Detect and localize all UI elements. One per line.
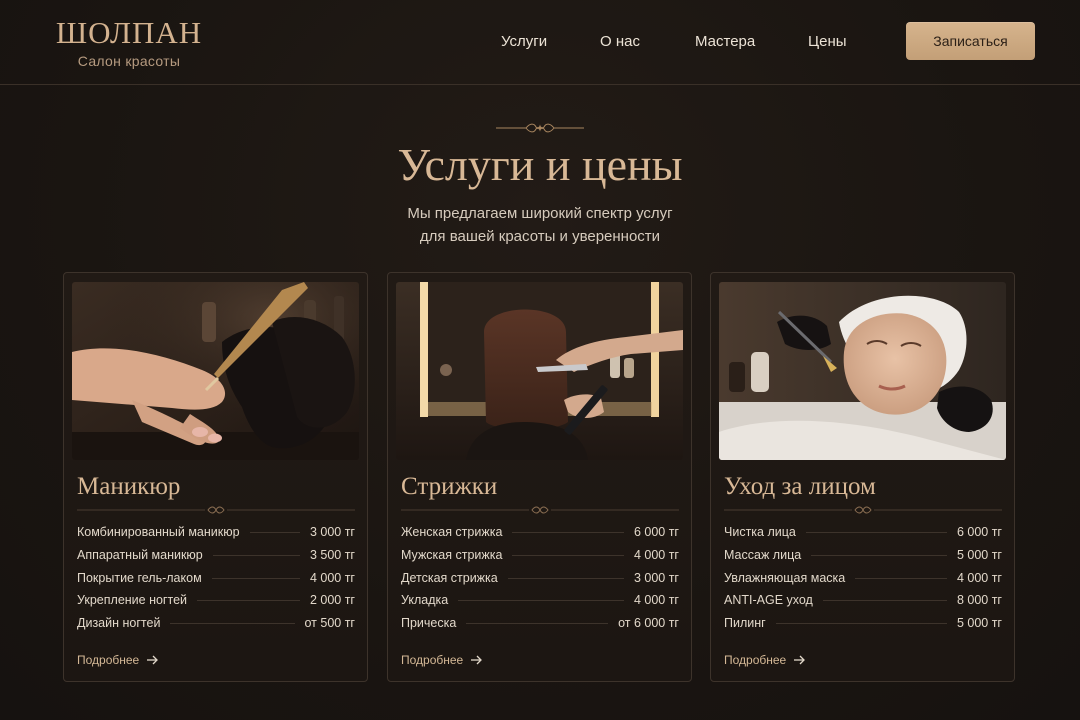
more-link-haircuts[interactable]: Подробнее xyxy=(401,653,483,667)
service-name: Дизайн ногтей xyxy=(77,616,161,631)
card-title: Стрижки xyxy=(401,473,498,500)
card-title: Маникюр xyxy=(77,473,181,500)
price-row: Мужская стрижка 4 000 тг xyxy=(401,548,679,571)
page-subtitle: Мы предлагаем широкий спектр услуг для в… xyxy=(0,202,1080,248)
nav-item-services[interactable]: Услуги xyxy=(501,33,547,50)
book-appointment-button[interactable]: Записаться xyxy=(906,22,1035,60)
more-link-label: Подробнее xyxy=(77,653,140,667)
haircut-photo xyxy=(396,282,683,460)
more-link-facial-care[interactable]: Подробнее xyxy=(724,653,806,667)
price-row: Прическа от 6 000 тг xyxy=(401,616,679,639)
leader-line xyxy=(197,600,300,602)
service-price: от 6 000 тг xyxy=(618,616,679,631)
more-link-manicure[interactable]: Подробнее xyxy=(77,653,159,667)
leader-line xyxy=(211,577,300,579)
ornament-divider-icon xyxy=(401,506,679,514)
price-row: Чистка лица 6 000 тг xyxy=(724,525,1002,548)
manicure-photo xyxy=(72,282,359,460)
page-title: Услуги и цены xyxy=(397,139,683,190)
facial-care-photo xyxy=(719,282,1006,460)
service-name: Пилинг xyxy=(724,616,766,631)
service-price: 5 000 тг xyxy=(956,616,1002,631)
arrow-right-icon xyxy=(471,655,483,665)
service-name: ANTI-AGE уход xyxy=(724,593,813,608)
service-name: Укрепление ногтей xyxy=(77,593,188,608)
brand-tagline: Салон красоты xyxy=(77,53,181,69)
arrow-right-icon xyxy=(147,655,159,665)
service-price: 8 000 тг xyxy=(956,593,1002,608)
price-row: ANTI-AGE уход 8 000 тг xyxy=(724,593,1002,616)
service-price: 4 000 тг xyxy=(633,547,679,562)
price-row: Детская стрижка 3 000 тг xyxy=(401,571,679,594)
service-price: 6 000 тг xyxy=(956,525,1002,539)
price-list: Чистка лица 6 000 тг Массаж лица 5 000 т… xyxy=(724,525,1002,639)
card-title: Уход за лицом xyxy=(724,473,876,500)
service-price: 4 000 тг xyxy=(309,570,355,585)
service-price: 4 000 тг xyxy=(956,570,1002,585)
price-row: Укладка 4 000 тг xyxy=(401,593,679,616)
service-name: Детская стрижка xyxy=(401,570,498,585)
leader-line xyxy=(512,532,624,533)
leader-line xyxy=(775,623,947,625)
more-link-label: Подробнее xyxy=(401,653,464,667)
leader-line xyxy=(170,623,295,625)
more-link-label: Подробнее xyxy=(724,653,787,667)
page-subtitle-line-2: для вашей красоты и уверенности xyxy=(419,228,661,245)
leader-line xyxy=(249,532,300,533)
brand-name: ШОЛПАН xyxy=(55,15,203,50)
price-row: Женская стрижка 6 000 тг xyxy=(401,525,679,548)
service-name: Прическа xyxy=(401,616,457,631)
service-name: Аппаратный маникюр xyxy=(77,547,203,562)
site-header: ШОЛПАН Салон красоты Услуги О нас Мастер… xyxy=(0,0,1080,85)
leader-line xyxy=(458,600,624,602)
nav-item-masters[interactable]: Мастера xyxy=(695,33,755,50)
service-price: 4 000 тг xyxy=(633,593,679,608)
price-row: Увлажняющая маска 4 000 тг xyxy=(724,571,1002,594)
service-name: Массаж лица xyxy=(724,547,802,562)
price-row: Покрытие гель-лаком 4 000 тг xyxy=(77,571,355,594)
price-row: Дизайн ногтей от 500 тг xyxy=(77,616,355,639)
page-subtitle-line-1: Мы предлагаем широкий спектр услуг xyxy=(407,205,673,222)
service-name: Покрытие гель-лаком xyxy=(77,570,202,585)
ornament-divider-icon xyxy=(724,506,1002,514)
service-name: Увлажняющая маска xyxy=(724,570,846,585)
price-list: Женская стрижка 6 000 тг Мужская стрижка… xyxy=(401,525,679,639)
ornament-divider-icon xyxy=(77,506,355,514)
service-name: Укладка xyxy=(401,593,449,608)
service-price: 3 000 тг xyxy=(309,525,355,539)
service-card-manicure: Маникюр Комбинированный маникюр 3 000 тг… xyxy=(63,272,368,682)
ornament-divider-icon xyxy=(496,123,584,133)
service-price: 3 000 тг xyxy=(633,570,679,585)
service-card-facial-care: Уход за лицом Чистка лица 6 000 тг Масса… xyxy=(710,272,1015,682)
service-card-haircuts: Стрижки Женская стрижка 6 000 тг Мужская… xyxy=(387,272,692,682)
service-price: 2 000 тг xyxy=(309,593,355,608)
nav-item-prices[interactable]: Цены xyxy=(808,33,847,50)
price-row: Пилинг 5 000 тг xyxy=(724,616,1002,639)
leader-line xyxy=(512,554,624,556)
nav-item-about[interactable]: О нас xyxy=(600,33,640,50)
price-row: Массаж лица 5 000 тг xyxy=(724,548,1002,571)
leader-line xyxy=(466,623,609,625)
price-list: Комбинированный маникюр 3 000 тг Аппарат… xyxy=(77,525,355,639)
service-name: Мужская стрижка xyxy=(401,547,503,562)
service-price: 6 000 тг xyxy=(633,525,679,539)
service-name: Женская стрижка xyxy=(401,525,503,539)
price-row: Укрепление ногтей 2 000 тг xyxy=(77,593,355,616)
service-name: Комбинированный маникюр xyxy=(77,525,240,539)
price-row: Комбинированный маникюр 3 000 тг xyxy=(77,525,355,548)
service-name: Чистка лица xyxy=(724,525,796,539)
leader-line xyxy=(212,554,300,556)
leader-line xyxy=(805,532,947,533)
price-row: Аппаратный маникюр 3 500 тг xyxy=(77,548,355,571)
leader-line xyxy=(507,577,624,579)
service-price: 5 000 тг xyxy=(956,547,1002,562)
arrow-right-icon xyxy=(794,655,806,665)
service-price: 3 500 тг xyxy=(309,547,355,562)
service-price: от 500 тг xyxy=(304,616,356,631)
brand-logo[interactable]: ШОЛПАН Салон красоты xyxy=(54,16,204,70)
leader-line xyxy=(855,577,947,579)
leader-line xyxy=(811,554,947,556)
leader-line xyxy=(822,600,947,602)
